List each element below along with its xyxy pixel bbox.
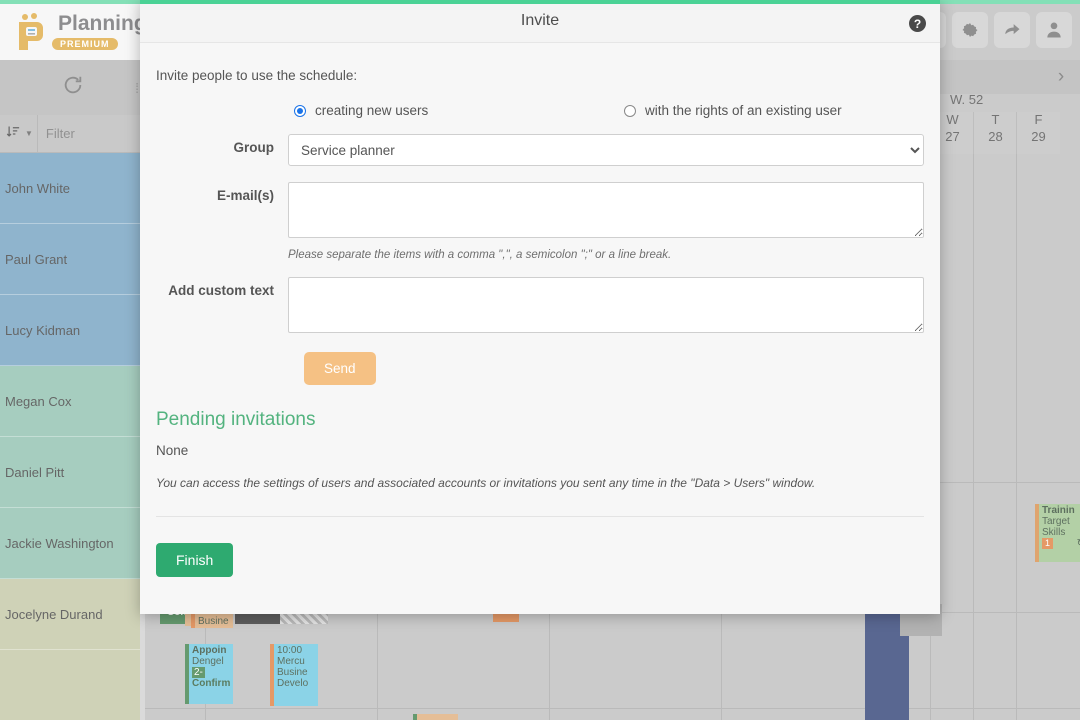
- group-select[interactable]: Service planner: [288, 134, 924, 166]
- group-label: Group: [233, 140, 275, 155]
- footer-divider: [156, 516, 924, 517]
- radio-label: with the rights of an existing user: [645, 103, 842, 118]
- help-icon[interactable]: ?: [909, 15, 926, 32]
- radio-existing-user-rights[interactable]: with the rights of an existing user: [624, 103, 842, 118]
- send-row: Send: [304, 352, 924, 385]
- send-button[interactable]: Send: [304, 352, 376, 385]
- dialog-body: Invite people to use the schedule: creat…: [140, 43, 940, 577]
- emails-hint: Please separate the items with a comma "…: [288, 249, 672, 261]
- custom-text-row: Add custom text: [156, 277, 924, 338]
- group-row: Group Service planner: [156, 134, 924, 166]
- emails-row: E-mail(s) Please separate the items with…: [156, 182, 924, 261]
- dialog-title: Invite: [520, 12, 560, 29]
- emails-label: E-mail(s): [216, 188, 274, 203]
- finish-button[interactable]: Finish: [156, 543, 234, 577]
- intro-text: Invite people to use the schedule:: [156, 68, 358, 83]
- dialog-header: Invite ?: [140, 4, 940, 43]
- custom-text-input[interactable]: [288, 277, 924, 333]
- emails-input[interactable]: [288, 182, 924, 238]
- settings-note: You can access the settings of users and…: [156, 476, 816, 490]
- radio-label: creating new users: [315, 103, 429, 118]
- custom-text-label: Add custom text: [168, 283, 274, 298]
- pending-invitations-heading: Pending invitations: [156, 409, 316, 430]
- radio-creating-new-users[interactable]: creating new users: [294, 103, 624, 118]
- invite-dialog: Invite ? Invite people to use the schedu…: [140, 0, 940, 614]
- screen: Planning PREMIUM ⁞ ▼ Filter John White P…: [0, 0, 1080, 720]
- pending-invitations-value: None: [156, 443, 189, 458]
- radio-button-icon[interactable]: [294, 104, 306, 117]
- invite-mode-radio-group: creating new users with the rights of an…: [156, 103, 924, 118]
- radio-button-icon[interactable]: [624, 104, 636, 117]
